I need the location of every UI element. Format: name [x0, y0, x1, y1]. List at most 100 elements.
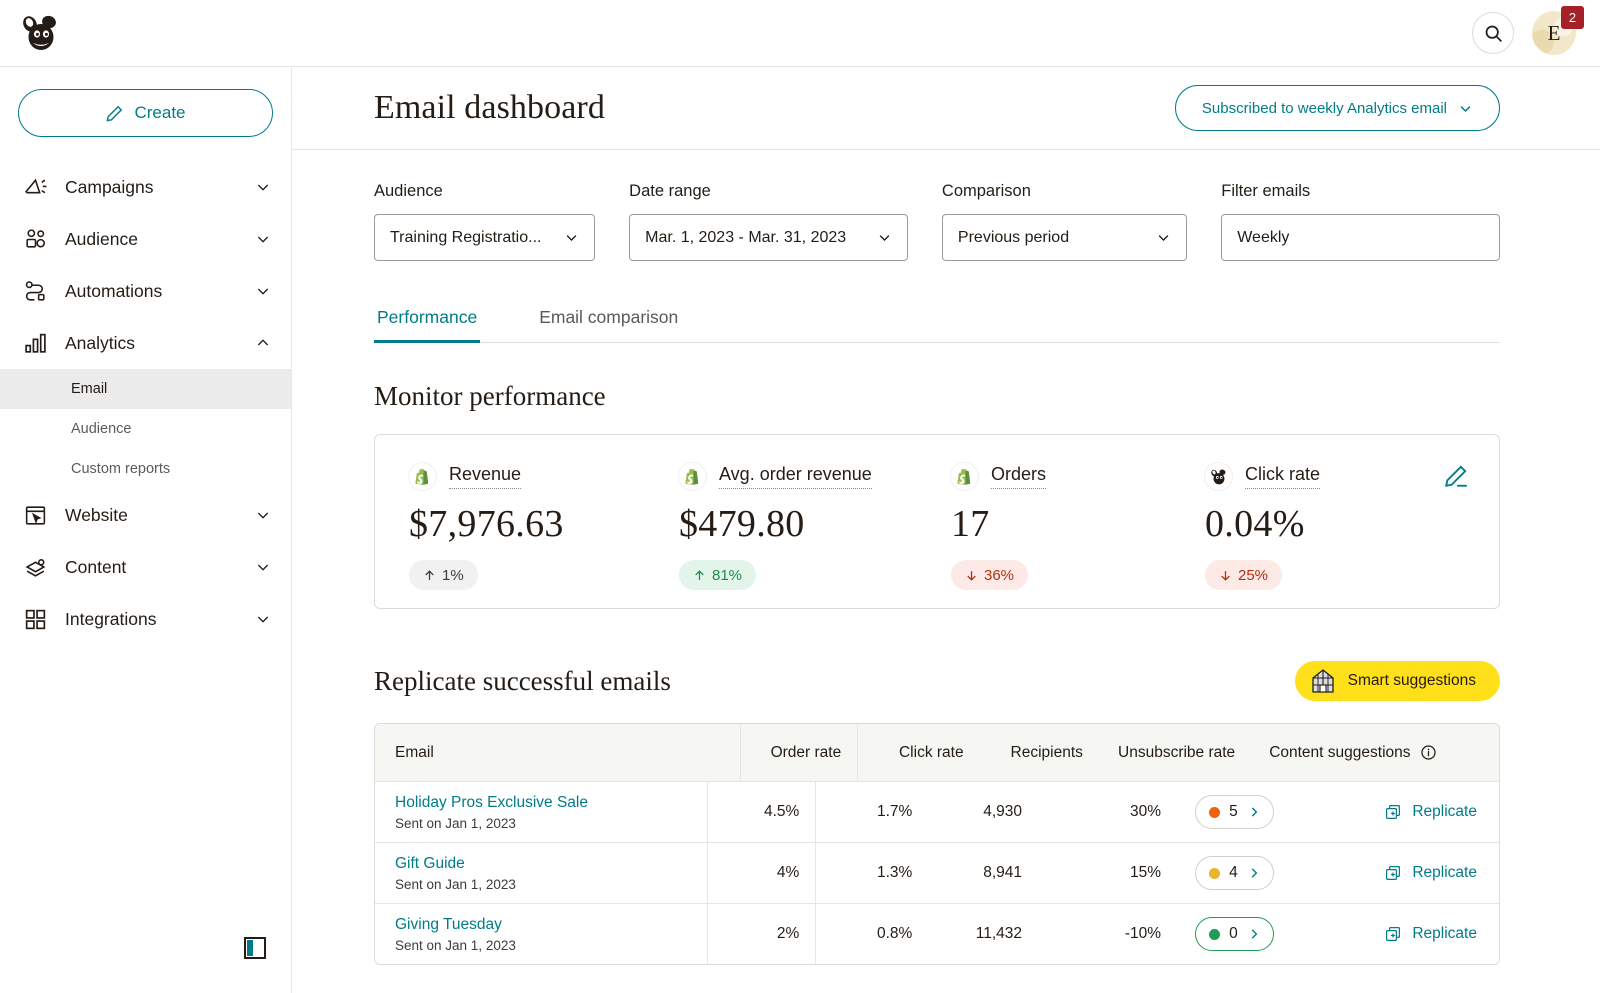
- email-name-link[interactable]: Holiday Pros Exclusive Sale: [395, 794, 588, 812]
- audience-select-value: Training Registratio...: [390, 229, 541, 247]
- metric-orders: Orders 17 36%: [951, 463, 1205, 590]
- severity-dot: [1209, 929, 1220, 940]
- subscribe-button-label: Subscribed to weekly Analytics email: [1202, 100, 1447, 117]
- cell-click-rate: 0.8%: [816, 904, 924, 964]
- sidebar-item-campaigns[interactable]: Campaigns: [0, 161, 291, 213]
- metric-click-rate: Click rate 0.04% 25%: [1205, 463, 1475, 590]
- metric-header: Click rate: [1205, 463, 1475, 490]
- metric-delta: 25%: [1205, 560, 1282, 590]
- column-header-recipients: Recipients: [976, 724, 1091, 781]
- table-row[interactable]: Gift Guide Sent on Jan 1, 2023 4% 1.3% 8…: [375, 842, 1499, 903]
- column-header-label: Content suggestions: [1269, 744, 1410, 762]
- replicate-title: Replicate successful emails: [374, 666, 671, 697]
- notification-badge[interactable]: 2: [1561, 6, 1584, 29]
- replicate-button[interactable]: Replicate: [1384, 864, 1477, 882]
- metric-label: Orders: [991, 464, 1046, 489]
- filter-label: Comparison: [942, 182, 1187, 201]
- audience-select[interactable]: Training Registratio...: [374, 214, 595, 261]
- metric-header: Orders: [951, 463, 1205, 490]
- comparison-select-value: Previous period: [958, 229, 1069, 247]
- chevron-right-icon: [1247, 866, 1261, 880]
- sidebar-item-analytics-audience[interactable]: Audience: [0, 409, 291, 449]
- cell-order-rate: 4%: [708, 843, 817, 903]
- cell-click-rate: 1.7%: [816, 782, 924, 842]
- suggestions-count: 5: [1229, 803, 1238, 821]
- cell-recipients: 4,930: [924, 782, 1030, 842]
- sidebar-item-analytics-email[interactable]: Email: [0, 369, 291, 409]
- metric-delta-value: 81%: [712, 567, 742, 584]
- sidebar-item-automations[interactable]: Automations: [0, 265, 291, 317]
- comparison-select[interactable]: Previous period: [942, 214, 1187, 261]
- tab-performance[interactable]: Performance: [374, 307, 480, 343]
- filter-audience: Audience Training Registratio...: [374, 182, 595, 261]
- replicate-emails-table: Email Order rate Click rate Recipients U…: [374, 723, 1500, 965]
- dashboard-tabs: Performance Email comparison: [374, 307, 1500, 343]
- metrics-card: Revenue $7,976.63 1%: [374, 434, 1500, 609]
- table-row[interactable]: Holiday Pros Exclusive Sale Sent on Jan …: [375, 781, 1499, 842]
- grid-squares-icon: [22, 606, 48, 632]
- create-button[interactable]: Create: [18, 89, 273, 137]
- edit-pencil-icon: [1443, 463, 1469, 489]
- sidebar-collapse-icon: [244, 937, 266, 959]
- pencil-icon: [105, 104, 124, 123]
- sidebar-item-analytics-custom-reports[interactable]: Custom reports: [0, 449, 291, 489]
- suggestions-count: 0: [1229, 925, 1238, 943]
- sidebar-item-integrations[interactable]: Integrations: [0, 593, 291, 645]
- cell-actions: Replicate: [1374, 782, 1499, 842]
- sidebar-item-analytics[interactable]: Analytics: [0, 317, 291, 369]
- arrow-down-icon: [1219, 569, 1232, 582]
- suggestions-pill[interactable]: 0: [1195, 917, 1274, 951]
- filter-emails-input[interactable]: Weekly: [1221, 214, 1500, 261]
- tab-email-comparison[interactable]: Email comparison: [536, 307, 681, 343]
- chevron-down-icon: [255, 507, 271, 523]
- top-bar-actions: E 2: [1472, 11, 1576, 55]
- metric-delta: 1%: [409, 560, 478, 590]
- replicate-button[interactable]: Replicate: [1384, 803, 1477, 821]
- cell-unsubscribe-rate: 30%: [1030, 782, 1173, 842]
- smart-suggestions-button[interactable]: Smart suggestions: [1295, 661, 1500, 701]
- sidebar-subitem-label: Custom reports: [71, 461, 170, 477]
- email-name-link[interactable]: Gift Guide: [395, 855, 516, 873]
- metric-delta-value: 36%: [984, 567, 1014, 584]
- sidebar-collapse-button[interactable]: [244, 937, 266, 959]
- metric-label: Revenue: [449, 464, 521, 489]
- sidebar-item-label: Analytics: [65, 333, 238, 354]
- sidebar-item-content[interactable]: Content: [0, 541, 291, 593]
- tab-label: Email comparison: [539, 307, 678, 327]
- freddie-monkey-icon: [18, 10, 64, 56]
- info-icon[interactable]: [1420, 744, 1437, 761]
- cell-recipients: 11,432: [924, 904, 1030, 964]
- cell-unsubscribe-rate: -10%: [1030, 904, 1173, 964]
- table-row[interactable]: Giving Tuesday Sent on Jan 1, 2023 2% 0.…: [375, 903, 1499, 964]
- date-range-select[interactable]: Mar. 1, 2023 - Mar. 31, 2023: [629, 214, 908, 261]
- chevron-down-icon: [255, 283, 271, 299]
- sidebar-item-website[interactable]: Website: [0, 489, 291, 541]
- browser-cursor-icon: [22, 502, 48, 528]
- column-header-content-suggestions: Content suggestions: [1247, 724, 1467, 781]
- chevron-down-icon: [255, 611, 271, 627]
- replicate-button[interactable]: Replicate: [1384, 925, 1477, 943]
- suggestions-pill[interactable]: 5: [1195, 795, 1274, 829]
- page-header: Email dashboard Subscribed to weekly Ana…: [292, 67, 1600, 150]
- account-avatar-wrapper[interactable]: E 2: [1532, 11, 1576, 55]
- search-button[interactable]: [1472, 12, 1514, 54]
- suggestions-pill[interactable]: 4: [1195, 856, 1274, 890]
- chevron-down-icon: [564, 230, 579, 245]
- column-header-order-rate: Order rate: [741, 724, 859, 781]
- metric-revenue: Revenue $7,976.63 1%: [409, 463, 679, 590]
- column-header-email: Email: [375, 724, 741, 781]
- cell-actions: Replicate: [1374, 843, 1499, 903]
- sidebar-item-audience[interactable]: Audience: [0, 213, 291, 265]
- duplicate-plus-icon: [1384, 925, 1402, 943]
- sidebar-item-label: Integrations: [65, 609, 238, 630]
- subscribe-analytics-email-button[interactable]: Subscribed to weekly Analytics email: [1175, 85, 1500, 131]
- automation-flow-icon: [22, 278, 48, 304]
- people-icon: [22, 226, 48, 252]
- metric-value: 0.04%: [1205, 502, 1475, 546]
- greenhouse-icon: [1309, 667, 1337, 695]
- edit-metrics-button[interactable]: [1443, 463, 1469, 494]
- email-name-link[interactable]: Giving Tuesday: [395, 916, 516, 934]
- chevron-down-icon: [255, 179, 271, 195]
- mailchimp-logo[interactable]: [18, 10, 64, 56]
- duplicate-plus-icon: [1384, 864, 1402, 882]
